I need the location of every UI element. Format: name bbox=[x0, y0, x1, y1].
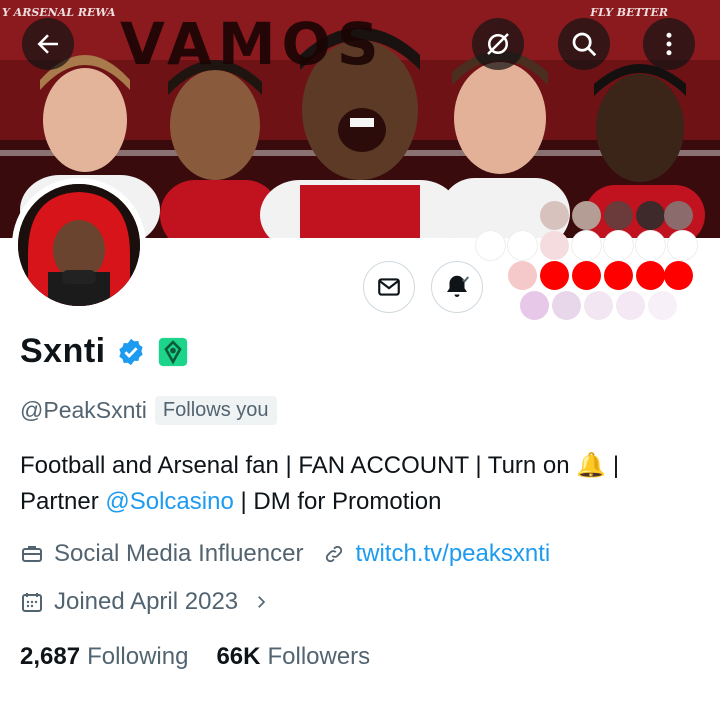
more-vertical-icon bbox=[666, 32, 672, 56]
followers-label: Followers bbox=[267, 643, 371, 670]
handle-row: @PeakSxnti Follows you bbox=[20, 396, 277, 425]
bio-line-2: Partner @Solcasino | DM for Promotion bbox=[20, 484, 710, 520]
follows-you-badge: Follows you bbox=[154, 396, 277, 425]
profile-avatar[interactable] bbox=[12, 178, 146, 312]
name-row: Sxnti bbox=[20, 332, 190, 371]
followers-stat[interactable]: 66K Followers bbox=[216, 643, 370, 671]
display-name: Sxnti bbox=[20, 332, 106, 370]
more-button[interactable] bbox=[643, 18, 695, 70]
website-link[interactable]: twitch.tv/peaksxnti bbox=[355, 540, 550, 568]
translate-button[interactable] bbox=[472, 18, 524, 70]
mail-icon bbox=[378, 278, 400, 296]
notifications-button[interactable] bbox=[431, 261, 483, 313]
search-icon bbox=[572, 32, 597, 57]
following-label: Following bbox=[87, 643, 189, 670]
translate-off-icon bbox=[487, 33, 509, 55]
banner-big-text: VAMOS bbox=[120, 10, 385, 78]
banner-left-text: Y ARSENAL REWA bbox=[2, 6, 116, 19]
joined-row[interactable]: Joined April 2023 bbox=[20, 588, 270, 616]
affiliate-badge-icon[interactable] bbox=[156, 335, 190, 369]
back-button[interactable] bbox=[22, 18, 74, 70]
message-button[interactable] bbox=[363, 261, 415, 313]
verified-badge-icon[interactable] bbox=[116, 337, 146, 367]
calendar-icon bbox=[20, 590, 44, 614]
joined-date: Joined April 2023 bbox=[54, 588, 239, 615]
avatar-image bbox=[18, 184, 140, 306]
bio-line-1: Football and Arsenal fan | FAN ACCOUNT |… bbox=[20, 452, 620, 479]
bio: Football and Arsenal fan | FAN ACCOUNT |… bbox=[20, 448, 710, 520]
profile-meta-row: Social Media Influencer twitch.tv/peaksx… bbox=[20, 540, 550, 568]
following-count: 2,687 bbox=[20, 643, 81, 670]
briefcase-icon bbox=[20, 542, 44, 566]
follow-stats: 2,687 Following 66K Followers bbox=[20, 643, 370, 671]
banner-right-text: FLY BETTER bbox=[590, 6, 668, 19]
bio-text: Partner bbox=[20, 488, 106, 515]
category: Social Media Influencer bbox=[54, 540, 304, 567]
handle: @PeakSxnti bbox=[20, 397, 147, 423]
arrow-left-icon bbox=[37, 34, 58, 54]
search-button[interactable] bbox=[558, 18, 610, 70]
bio-mention-link[interactable]: @Solcasino bbox=[105, 488, 233, 515]
bio-text: | DM for Promotion bbox=[233, 488, 442, 515]
following-stat[interactable]: 2,687 Following bbox=[20, 643, 188, 671]
link-icon bbox=[323, 543, 345, 565]
bell-check-icon bbox=[447, 275, 470, 297]
chevron-right-icon bbox=[252, 593, 270, 611]
followers-count: 66K bbox=[216, 643, 261, 670]
